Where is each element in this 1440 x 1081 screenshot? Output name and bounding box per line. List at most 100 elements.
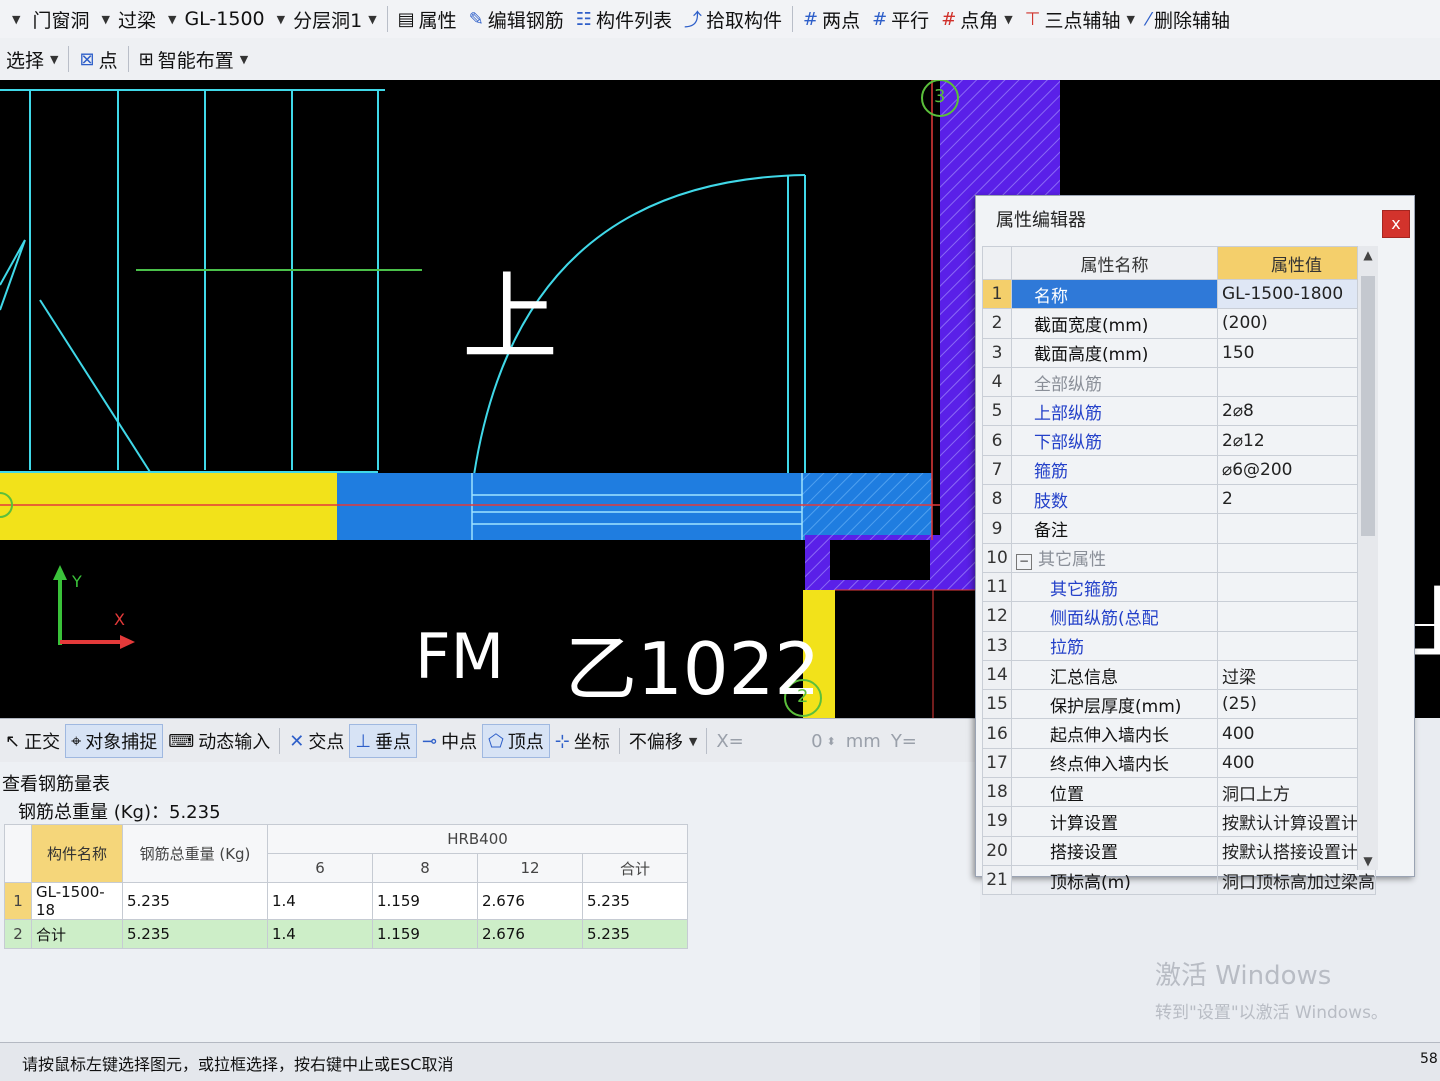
scroll-down-icon[interactable]: ▼ [1358, 854, 1378, 868]
property-row[interactable]: 16 起点伸入墙内长 400 [981, 718, 1376, 749]
property-row[interactable]: 5 上部纵筋 2⌀8 [981, 396, 1376, 427]
two-point-axis-button[interactable]: # 两点 [797, 0, 866, 38]
unit-label: mm [845, 730, 881, 752]
property-row[interactable]: 11 其它箍筋 [981, 571, 1376, 603]
property-row[interactable]: 13 拉筋 [981, 630, 1376, 661]
property-row[interactable]: 6 下部纵筋 2⌀12 [981, 425, 1376, 456]
coordinate-icon: ⊹ [554, 730, 570, 752]
dynamic-input-toggle[interactable]: ⌨ 动态输入 [163, 719, 275, 763]
cell-d12: 2.676 [477, 919, 583, 949]
table-row[interactable]: 2 合计 5.235 1.4 1.159 2.676 5.235 [4, 919, 688, 949]
point-angle-button[interactable]: # 点角 ▼ [935, 0, 1019, 38]
vertex-icon: ⬠ [488, 730, 504, 752]
windows-activation-watermark: 激活 Windows 转到"设置"以激活 Windows。 [1155, 961, 1388, 1023]
delete-axis-button[interactable]: ⁄ 删除辅轴 [1141, 0, 1236, 38]
draw-toolbar: 选择 ▼ ⊠ 点 ⊞ 智能布置 ▼ [0, 38, 1440, 81]
col-property-value: 属性值 [1217, 246, 1376, 280]
component-name-dropdown[interactable]: ▼ GL-1500 [162, 0, 271, 38]
pick-component-button[interactable]: ⤴ 拾取构件 [678, 0, 788, 38]
col-d8[interactable]: 8 [372, 853, 478, 883]
close-button[interactable]: x [1382, 210, 1410, 238]
select-dropdown[interactable]: 选择 ▼ [0, 38, 64, 80]
collapse-icon[interactable]: − [1016, 554, 1033, 571]
property-editor-panel: 属性编辑器 x 属性名称 属性值 1 名称 GL-1500-1800 2 截面宽度(m… [975, 195, 1415, 896]
cell-d8: 1.159 [372, 919, 478, 949]
properties-button[interactable]: ▤ 属性 [392, 0, 463, 38]
layer-dropdown[interactable]: ▼ 分层洞1 ▼ [271, 0, 383, 38]
midpoint-icon: ⊸ [422, 730, 438, 752]
axis-marker-2-label: 2 [797, 686, 809, 707]
rebar-table: 构件名称 钢筋总重量 (Kg) HRB400 6 8 12 合计 1 GL-15… [4, 824, 688, 949]
property-group-row[interactable]: 10− 其它属性 [981, 542, 1376, 573]
ortho-toggle[interactable]: ↖ 正交 [0, 719, 65, 763]
col-total-weight[interactable]: 钢筋总重量 (Kg) [122, 824, 268, 883]
property-row[interactable]: 17 终点伸入墙内长 400 [981, 747, 1376, 779]
edit-rebar-button[interactable]: ✎ 编辑钢筋 [463, 0, 570, 38]
parallel-icon: # [872, 8, 888, 30]
property-row-name[interactable]: 1 名称 GL-1500-1800 [981, 278, 1376, 310]
text-door-code: 乙1022 [565, 627, 821, 711]
col-d6[interactable]: 6 [267, 853, 373, 883]
property-row[interactable]: 18 位置 洞口上方 [981, 777, 1376, 808]
property-row[interactable]: 7 箍筋 ⌀6@200 [981, 454, 1376, 486]
blue-beam-left [337, 473, 472, 540]
offset-dropdown[interactable]: 不偏移 ▼ [624, 719, 702, 763]
scrollbar-thumb[interactable] [1361, 276, 1375, 536]
snap-intersect[interactable]: ✕ 交点 [284, 719, 349, 763]
snap-vertex[interactable]: ⬠ 顶点 [482, 724, 550, 758]
property-row[interactable]: 4 全部纵筋 [981, 366, 1376, 398]
component-subtype-dropdown[interactable]: ▼ 过梁 [95, 0, 161, 38]
main-toolbar: ▼ 门窗洞 ▼ 过梁 ▼ GL-1500 ▼ 分层洞1 ▼ ▤ 属性 ✎ 编辑钢筋 ☷ 构件列… [0, 0, 1440, 39]
three-point-axis-button[interactable]: ⊤ 三点辅轴 ▼ [1019, 0, 1141, 38]
component-type-dropdown[interactable]: 门窗洞 [26, 0, 95, 38]
cell-sum: 5.235 [582, 919, 688, 949]
property-row[interactable]: 3 截面高度(mm) 150 [981, 337, 1376, 368]
property-row[interactable]: 14 汇总信息 过梁 [981, 659, 1376, 691]
text-fm-label: FM [415, 620, 505, 693]
property-row[interactable]: 12 侧面纵筋(总配 [981, 601, 1376, 632]
property-row[interactable]: 20 搭接设置 按默认搭接设置计算 [981, 835, 1376, 866]
status-bar: 请按鼠标左键选择图元，或拉框选择，按右键中止或ESC取消 58 [0, 1042, 1440, 1081]
property-row[interactable]: 15 保护层厚度(mm) (25) [981, 689, 1376, 720]
property-row[interactable]: 21 顶标高(m) 洞口顶标高加过梁高 [981, 864, 1376, 896]
cell-d6: 1.4 [267, 882, 373, 920]
col-component-name[interactable]: 构件名称 [31, 824, 123, 883]
property-row[interactable]: 8 肢数 2 [981, 484, 1376, 515]
property-row[interactable]: 2 截面宽度(mm) (200) [981, 308, 1376, 339]
toolbar-divider [68, 46, 70, 72]
property-table: 属性名称 属性值 1 名称 GL-1500-1800 2 截面宽度(mm) (200) … [981, 246, 1376, 896]
rebar-total-weight: 钢筋总重量 (Kg)：5.235 [18, 802, 221, 823]
smart-layout-button[interactable]: ⊞ 智能布置 ▼ [133, 38, 255, 80]
col-d12[interactable]: 12 [477, 853, 583, 883]
parallel-axis-button[interactable]: # 平行 [866, 0, 935, 38]
cell-weight: 5.235 [122, 882, 268, 920]
col-number [981, 246, 1013, 280]
point-button[interactable]: ⊠ 点 [73, 38, 123, 80]
perpendicular-icon: ⊥ [355, 730, 371, 752]
snap-midpoint[interactable]: ⊸ 中点 [417, 719, 482, 763]
blue-beam-right [802, 473, 932, 540]
col-sum[interactable]: 合计 [582, 853, 688, 883]
toolbar-divider [706, 728, 708, 754]
list-icon: ☷ [575, 8, 592, 30]
table-row[interactable]: 1 GL-1500-18 5.235 1.4 1.159 2.676 5.235 [4, 882, 688, 920]
component-list-button[interactable]: ☷ 构件列表 [570, 0, 678, 38]
property-row[interactable]: 19 计算设置 按默认计算设置计算 [981, 806, 1376, 837]
snap-perpendicular[interactable]: ⊥ 垂点 [349, 724, 417, 758]
snap-toolbar: ↖ 正交 ⌖ 对象捕捉 ⌨ 动态输入 ✕ 交点 ⊥ 垂点 ⊸ 中点 ⬠ 顶点 ⊹ 坐标 不偏移 ▼… [0, 718, 980, 763]
x-input[interactable]: 0 ⬍ [749, 719, 841, 763]
property-value-input[interactable]: GL-1500-1800 [1217, 278, 1376, 310]
yellow-beam [0, 473, 337, 540]
scroll-up-icon[interactable]: ▲ [1358, 248, 1378, 262]
cell-sum: 5.235 [582, 882, 688, 920]
smart-layout-icon: ⊞ [138, 48, 154, 70]
object-snap-toggle[interactable]: ⌖ 对象捕捉 [65, 724, 164, 758]
x-axis-label: X [114, 610, 125, 629]
snap-coordinate[interactable]: ⊹ 坐标 [550, 719, 615, 763]
property-row[interactable]: 9 备注 [981, 513, 1376, 544]
ortho-icon: ↖ [5, 730, 21, 752]
toolbar-dropdown-0[interactable]: ▼ [0, 0, 26, 38]
property-scrollbar[interactable]: ▲ ▼ [1357, 246, 1378, 870]
pick-icon: ⤴ [683, 10, 702, 31]
rebar-quantity-panel: 查看钢筋量表 钢筋总重量 (Kg)：5.235 构件名称 钢筋总重量 (Kg) … [0, 762, 980, 1042]
